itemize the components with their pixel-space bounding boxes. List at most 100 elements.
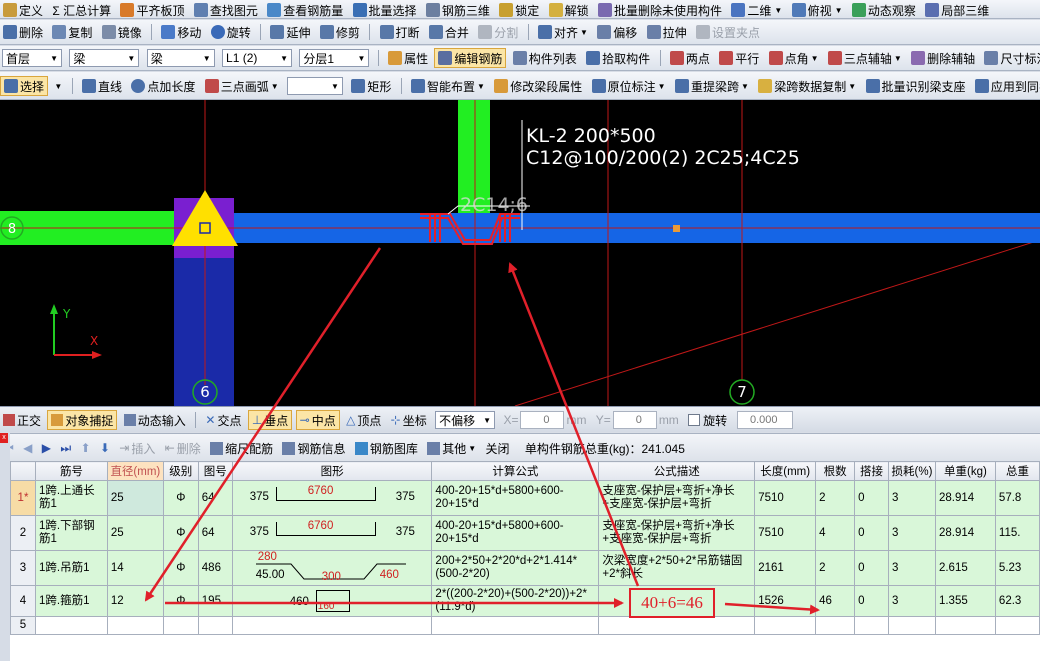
cell-grade[interactable]: Φ — [162, 585, 199, 617]
lock-button[interactable]: 锁定 — [496, 0, 542, 18]
col-header-description[interactable]: 公式描述 — [598, 461, 756, 481]
rotate-input[interactable]: 0.000 — [736, 411, 793, 429]
cell-description[interactable]: 支座宽-保护层+弯折+净长+支座宽-保护层+弯折 — [598, 480, 756, 516]
batch-select-button[interactable]: 批量选择 — [350, 0, 420, 18]
nav-prev-button[interactable]: ◀ — [20, 438, 35, 458]
component-list-button[interactable]: 构件列表 — [510, 48, 580, 68]
cell-unit-weight[interactable]: 28.914 — [934, 515, 996, 551]
table-row[interactable]: 2 1跨.下部钢筋1 25 Φ 64 375 6760 375 400-20+1… — [10, 515, 1040, 551]
snap-midpoint[interactable]: ⊸ 中点 — [295, 410, 340, 430]
cell-count[interactable]: 2 — [815, 480, 856, 516]
ortho-toggle[interactable]: 正交 — [0, 410, 44, 430]
row-number[interactable]: 1* — [10, 480, 36, 516]
cell-diameter[interactable]: 12 — [106, 585, 164, 617]
unlock-button[interactable]: 解锁 — [546, 0, 592, 18]
col-header-unit-weight[interactable]: 单重(kg) — [934, 461, 996, 481]
row-number[interactable]: 5 — [10, 616, 36, 635]
cell-shape[interactable] — [231, 616, 433, 635]
offset-button[interactable]: 偏移 — [594, 22, 640, 42]
cell-total-weight[interactable]: 62.3 — [994, 585, 1040, 617]
offset-mode-select[interactable]: 不偏移 ▼ — [435, 411, 496, 429]
cell-total-weight[interactable]: 57.8 — [994, 480, 1040, 516]
cell-total-weight[interactable] — [994, 616, 1040, 635]
cell-grade[interactable]: Φ — [162, 550, 199, 586]
parallel-button[interactable]: 平行 — [716, 48, 762, 68]
cell-shape[interactable]: 375 6760 375 — [231, 515, 433, 551]
point-length-button[interactable]: 点加长度 — [128, 76, 198, 96]
batch-identify-support-button[interactable]: 批量识别梁支座 — [863, 76, 969, 96]
snap-vertex[interactable]: △ 顶点 — [343, 410, 384, 430]
rotate-checkbox[interactable] — [688, 414, 701, 426]
col-header-name[interactable]: 筋号 — [34, 461, 108, 481]
view-rebar-qty-button[interactable]: 查看钢筋量 — [264, 0, 346, 18]
cell-name[interactable]: 1跨.下部钢筋1 — [34, 515, 108, 551]
cell-formula[interactable] — [431, 616, 600, 635]
align-dropdown[interactable]: 对齐 ▼ — [535, 22, 591, 42]
local-3d-button[interactable]: 局部三维 — [922, 0, 992, 18]
align-slab-button[interactable]: 平齐板顶 — [117, 0, 187, 18]
cell-lap[interactable]: 0 — [854, 585, 890, 617]
dynamic-input-toggle[interactable]: 动态输入 — [121, 410, 189, 430]
select-button[interactable]: 选择 — [0, 76, 49, 96]
cell-length[interactable]: 2161 — [754, 550, 817, 586]
cell-unit-weight[interactable] — [934, 616, 996, 635]
cell-loss[interactable]: 3 — [888, 550, 936, 586]
modify-span-props-button[interactable]: 修改梁段属性 — [491, 76, 585, 96]
cell-loss[interactable]: 3 — [888, 515, 936, 551]
cell-formula[interactable]: 400-20+15*d+5800+600-20+15*d — [431, 480, 600, 516]
cell-grade[interactable]: Φ — [162, 515, 199, 551]
delete-axis-button[interactable]: 删除辅轴 — [908, 48, 978, 68]
extend-button[interactable]: 延伸 — [267, 22, 313, 42]
col-header-count[interactable]: 根数 — [815, 461, 856, 481]
cell-lap[interactable]: 0 — [854, 480, 890, 516]
object-snap-toggle[interactable]: 对象捕捉 — [47, 410, 118, 430]
cell-lap[interactable]: 0 — [854, 550, 890, 586]
three-point-axis-button[interactable]: 三点辅轴 ▼ — [825, 48, 905, 68]
cell-length[interactable]: 7510 — [754, 515, 817, 551]
copy-button[interactable]: 复制 — [49, 22, 95, 42]
edit-rebar-button[interactable]: 编辑钢筋 — [434, 48, 507, 68]
line-button[interactable]: 直线 — [79, 76, 125, 96]
row-number[interactable]: 4 — [10, 585, 36, 617]
view-2d-dropdown[interactable]: 二维 ▼ — [728, 0, 785, 18]
cell-loss[interactable]: 3 — [888, 585, 936, 617]
delete-button[interactable]: 删除 — [0, 22, 46, 42]
col-header-grade[interactable]: 级别 — [162, 461, 199, 481]
cell-figure-no[interactable]: 64 — [197, 515, 233, 551]
layer-select[interactable]: 分层1 ▼ — [299, 49, 370, 67]
cell-shape[interactable]: 460 160 — [231, 585, 433, 617]
summary-calc-button[interactable]: Σ 汇总计算 — [49, 0, 114, 18]
cell-diameter[interactable]: 25 — [106, 515, 164, 551]
cell-figure-no[interactable]: 486 — [197, 550, 233, 586]
drawing-canvas[interactable]: KL-2 200*500 C12@100/200(2) 2C25;4C25 2C… — [0, 100, 1040, 407]
cell-unit-weight[interactable]: 1.355 — [934, 585, 996, 617]
smart-layout-button[interactable]: 智能布置 ▼ — [408, 76, 488, 96]
cell-total-weight[interactable]: 5.23 — [994, 550, 1040, 586]
member-select[interactable]: L1 (2) ▼ — [222, 49, 293, 67]
nav-last-button[interactable]: ⏭ — [57, 438, 74, 458]
find-element-button[interactable]: 查找图元 — [191, 0, 261, 18]
cell-diameter[interactable]: 25 — [106, 480, 164, 516]
rebar-library-button[interactable]: 钢筋图库 — [352, 438, 421, 458]
y-input[interactable]: 0 — [612, 411, 657, 429]
cell-description[interactable] — [598, 616, 756, 635]
col-header-shape[interactable]: 图形 — [231, 461, 433, 481]
two-point-button[interactable]: 两点 — [667, 48, 713, 68]
cell-diameter[interactable] — [106, 616, 164, 635]
cell-count[interactable] — [815, 616, 856, 635]
three-point-arc-button[interactable]: 三点画弧 ▼ — [202, 76, 282, 96]
scale-rebar-button[interactable]: 缩尺配筋 — [207, 438, 276, 458]
rebar-3d-button[interactable]: 钢筋三维 — [423, 0, 493, 18]
trim-button[interactable]: 修剪 — [317, 22, 363, 42]
point-angle-button[interactable]: 点角 ▼ — [766, 48, 822, 68]
move-up-button[interactable]: ⬆ — [77, 438, 93, 458]
cell-lap[interactable] — [854, 616, 890, 635]
panel-close-icon[interactable]: x — [0, 433, 8, 443]
set-grip-button[interactable]: 设置夹点 — [693, 22, 763, 42]
snap-perpendicular[interactable]: ⊥ 垂点 — [247, 410, 293, 430]
cell-grade[interactable]: Φ — [162, 480, 199, 516]
close-panel-button[interactable]: 关闭 — [482, 438, 512, 458]
cell-shape[interactable]: 280 45.00 300 460 — [231, 550, 433, 586]
table-row[interactable]: 4 1跨.箍筋1 12 Φ 195 460 160 2*((200-2*20)+… — [10, 585, 1040, 617]
delete-unused-button[interactable]: 批量删除未使用构件 — [595, 0, 725, 18]
